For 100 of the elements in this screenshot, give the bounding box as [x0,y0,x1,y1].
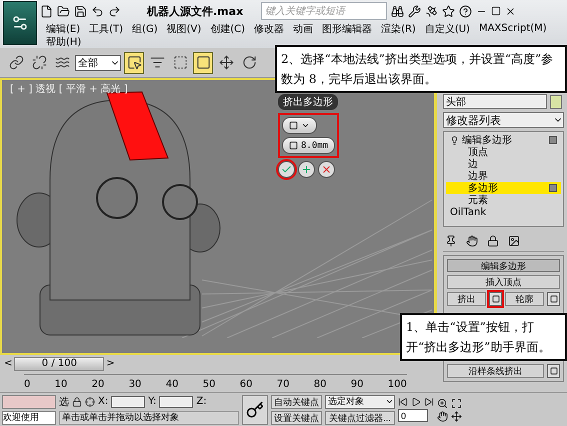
toolbar-button[interactable] [193,52,213,74]
settings-button[interactable] [547,364,560,378]
apply-button[interactable] [298,161,315,178]
object-name-field[interactable]: 头部 [443,94,547,109]
height-field[interactable]: 8.0mm [282,137,336,154]
status-prompt: 单击或单击并拖动以选择对象 [59,410,239,424]
play-icon[interactable] [411,397,421,407]
menu-item[interactable]: 视图(V) [166,22,202,36]
stack-item[interactable]: 边界 [446,170,561,182]
instruction-callout: 1、单击“设置”按钮，打开“挤出多边形”助手界面。 [400,313,567,361]
track-tick-label: 0 [24,379,30,390]
settings-button[interactable] [489,292,502,306]
outline-button[interactable]: 轮廓 [505,292,544,306]
pan-icon[interactable] [437,410,448,422]
instruction-callout: 2、选择“本地法线”挤出类型选项，并设置“高度”参数为 8，完毕后退出该界面。 [275,45,567,93]
rollout-title[interactable]: 编辑多边形 [447,259,560,272]
link-icon [8,55,24,70]
next-frame-button[interactable]: > [106,358,115,369]
menu-item[interactable]: 修改器 [254,22,284,36]
menu-item[interactable]: 自定义(U) [424,22,470,36]
insert-vertex-button[interactable]: 插入顶点 [447,275,560,289]
cancel-button[interactable] [318,161,335,178]
time-slider-thumb[interactable]: 0 / 100 [14,356,104,370]
object-color-swatch[interactable] [550,94,562,108]
track-tick-label: 80 [314,379,326,390]
maximize-view-icon[interactable] [451,398,462,408]
app-logo-icon[interactable] [3,1,37,45]
undo-icon[interactable] [91,4,104,18]
toolbar-button[interactable] [124,52,144,74]
x-label: X: [98,396,108,407]
y-field[interactable] [159,396,194,408]
menu-item[interactable]: MAXScript(M) [478,23,547,34]
zoom-icon[interactable] [437,398,448,408]
stack-item[interactable]: 编辑多边形 [446,134,561,146]
rotate-icon [242,55,256,70]
crosshair-icon[interactable] [85,396,95,406]
color-block [2,394,56,408]
help-icon[interactable] [459,4,472,18]
settings-button[interactable] [547,292,560,306]
extrude-along-spline-button[interactable]: 沿样条线挤出 [447,364,544,378]
set-key-button[interactable]: 设置关键点 [271,410,322,424]
stack-item[interactable]: 顶点 [446,146,561,158]
hand-icon[interactable] [466,234,478,246]
maximize-icon[interactable] [491,6,502,16]
stack-item[interactable]: 元素 [446,194,561,206]
track-tick-label: 30 [128,379,142,390]
menu-item[interactable]: 组(G) [132,22,158,36]
frame-field[interactable]: 0 [398,409,428,422]
viewport-label[interactable]: [ + ] 透视 [ 平滑 + 高光 ] [10,82,128,96]
redo-icon[interactable] [108,4,121,18]
go-to-start-icon[interactable] [398,397,408,407]
menu-item[interactable]: 图形编辑器 [322,22,372,36]
ok-button[interactable] [278,161,295,178]
track-tick-label: 70 [276,379,290,390]
pin-icon[interactable] [445,234,457,246]
save-icon[interactable] [74,4,87,18]
lock-icon[interactable] [72,396,82,406]
previous-frame-button[interactable]: < [4,358,12,369]
auto-key-button[interactable]: 自动关键点 [271,394,322,408]
x-field[interactable] [111,396,146,408]
extrusion-type-dropdown[interactable] [282,117,317,134]
menu-item[interactable]: 创建(C) [210,22,246,36]
dashed-square-icon [172,55,188,70]
image-icon[interactable] [508,234,520,246]
satellite-icon[interactable] [425,4,438,18]
key-button[interactable] [242,394,268,424]
lightbulb-icon[interactable] [450,136,459,144]
key-mode-dropdown[interactable]: 选定对象 [325,394,395,408]
close-icon[interactable] [505,6,516,16]
track-tick-label: 10 [54,379,68,390]
stack-item[interactable]: 边 [446,158,561,170]
menu-item[interactable]: 帮助(H) [46,34,82,48]
z-label: Z: [196,396,207,407]
track-tick-label: 60 [240,379,252,390]
open-folder-icon[interactable] [57,4,70,18]
new-file-icon[interactable] [40,4,53,18]
waves-icon [54,55,70,70]
stack-item[interactable]: OilTank [446,206,561,218]
track-tick-label: 20 [92,379,104,390]
robot-drawing[interactable] [16,92,220,336]
caddy-title: 挤出多边形 [278,94,338,110]
go-to-end-icon[interactable] [424,397,434,407]
binoculars-icon[interactable] [391,4,404,18]
star-icon[interactable] [442,4,456,18]
lock-icon[interactable] [487,234,499,246]
selection-filter-dropdown[interactable]: 全部 [75,54,121,70]
menu-item[interactable]: 动画 [293,22,314,36]
menu-item[interactable]: 编辑(E) [46,22,80,36]
caret-icon [385,397,394,406]
menu-item[interactable]: 工具(T) [89,22,124,36]
check-icon [281,164,292,175]
wrench-icon[interactable] [408,4,422,18]
key-filters-button[interactable]: 关键点过滤器... [325,410,395,424]
modifier-list-dropdown[interactable]: 修改器列表 [443,112,564,128]
y-label: Y: [148,396,156,407]
stack-item[interactable]: 多边形 [446,182,561,194]
menu-item[interactable]: 渲染(R) [381,22,416,36]
window-title: 机器人源文件.max [147,4,244,18]
extrude-button[interactable]: 挤出 [447,292,486,306]
search-field[interactable]: 键入关键字或短语 [261,2,388,20]
